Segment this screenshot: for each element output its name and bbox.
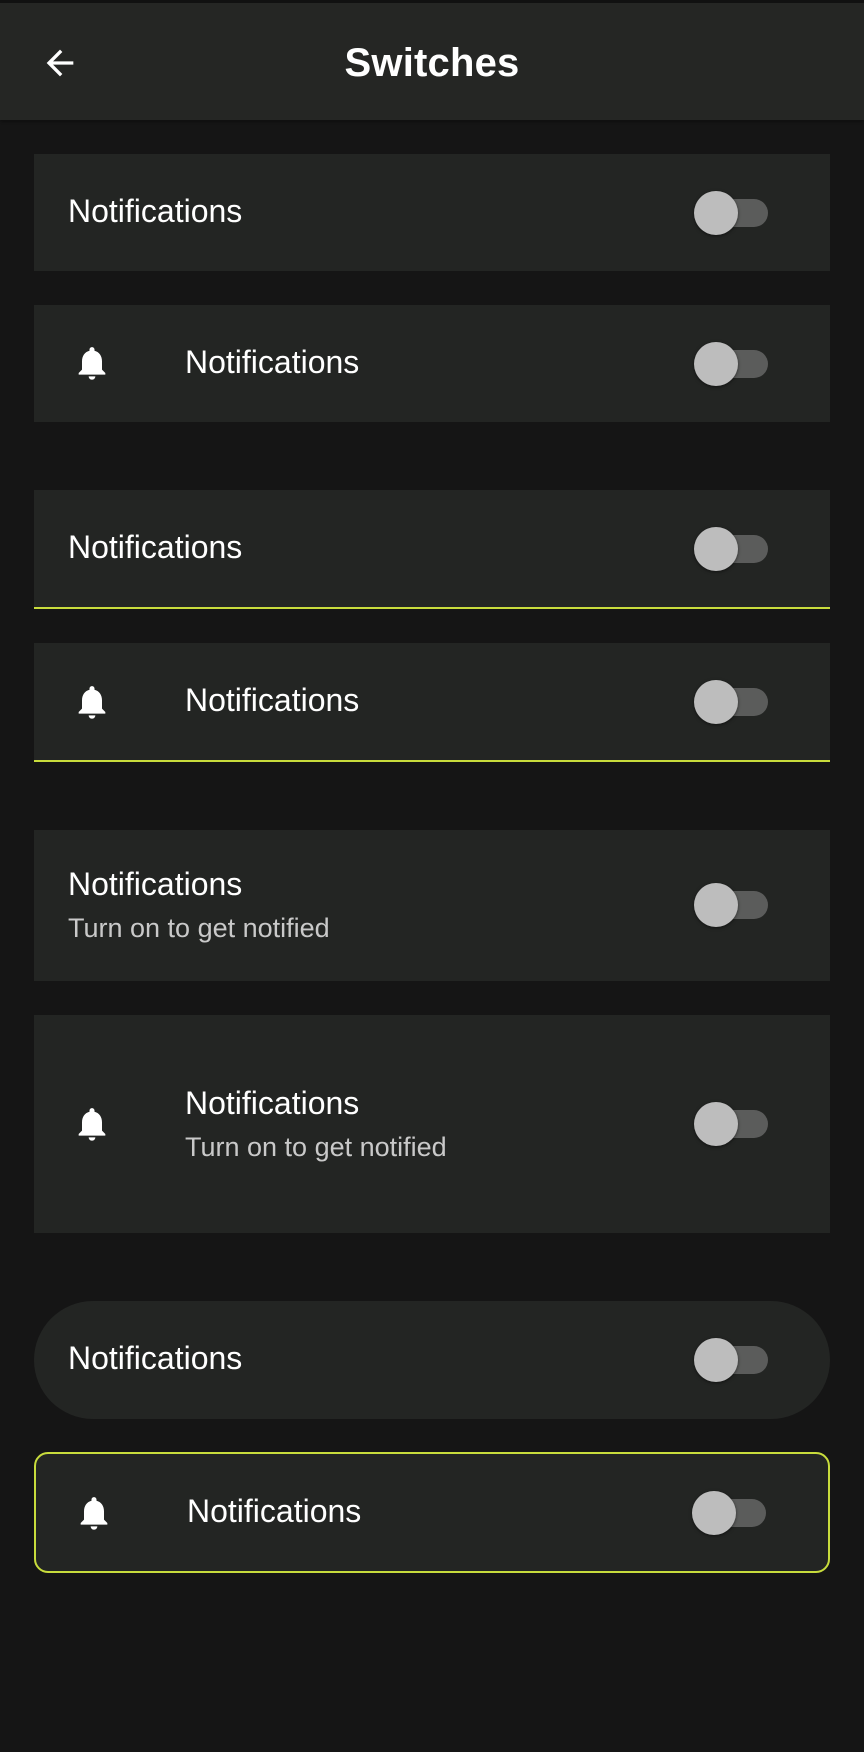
switch-thumb <box>694 191 738 235</box>
notifications-switch-5[interactable] <box>694 883 772 927</box>
tile-title: Notifications <box>185 682 360 718</box>
tile-title: Notifications <box>185 344 360 380</box>
notifications-tile-5[interactable]: Notifications Turn on to get notified <box>34 830 830 981</box>
switch-thumb <box>694 680 738 724</box>
notifications-tile-6[interactable]: Notifications Turn on to get notified <box>34 1015 830 1233</box>
tile-subtitle: Turn on to get notified <box>68 913 330 943</box>
notifications-tile-2[interactable]: Notifications <box>34 305 830 422</box>
tile-title: Notifications <box>68 193 243 229</box>
notifications-switch-7[interactable] <box>694 1338 772 1382</box>
switch-thumb <box>694 342 738 386</box>
notifications-tile-3[interactable]: Notifications <box>34 490 830 609</box>
bell-icon <box>80 1497 108 1530</box>
notifications-switch-2[interactable] <box>694 342 772 386</box>
switch-thumb <box>694 883 738 927</box>
notifications-switch-8[interactable] <box>692 1491 770 1535</box>
tile-title: Notifications <box>68 866 243 902</box>
tile-title: Notifications <box>185 1085 360 1121</box>
notifications-switch-1[interactable] <box>694 191 772 235</box>
bell-icon <box>78 1108 106 1141</box>
notifications-switch-4[interactable] <box>694 680 772 724</box>
bell-icon <box>78 686 106 719</box>
notifications-tile-7[interactable]: Notifications <box>34 1301 830 1419</box>
notifications-tile-4[interactable]: Notifications <box>34 643 830 762</box>
tile-title: Notifications <box>187 1493 362 1529</box>
switch-thumb <box>694 1102 738 1146</box>
app-bar: Switches <box>0 0 864 120</box>
tile-title: Notifications <box>68 1340 243 1376</box>
switch-thumb <box>694 527 738 571</box>
notifications-switch-6[interactable] <box>694 1102 772 1146</box>
page-title: Switches <box>344 41 520 85</box>
bell-icon <box>78 347 106 380</box>
notifications-tile-8[interactable]: Notifications <box>34 1452 830 1573</box>
back-button[interactable] <box>32 35 88 91</box>
tile-title: Notifications <box>68 529 243 565</box>
notifications-switch-3[interactable] <box>694 527 772 571</box>
switch-thumb <box>694 1338 738 1382</box>
tile-subtitle: Turn on to get notified <box>185 1132 447 1162</box>
notifications-tile-1[interactable]: Notifications <box>34 154 830 271</box>
arrow-left-icon <box>46 49 74 77</box>
switch-thumb <box>692 1491 736 1535</box>
